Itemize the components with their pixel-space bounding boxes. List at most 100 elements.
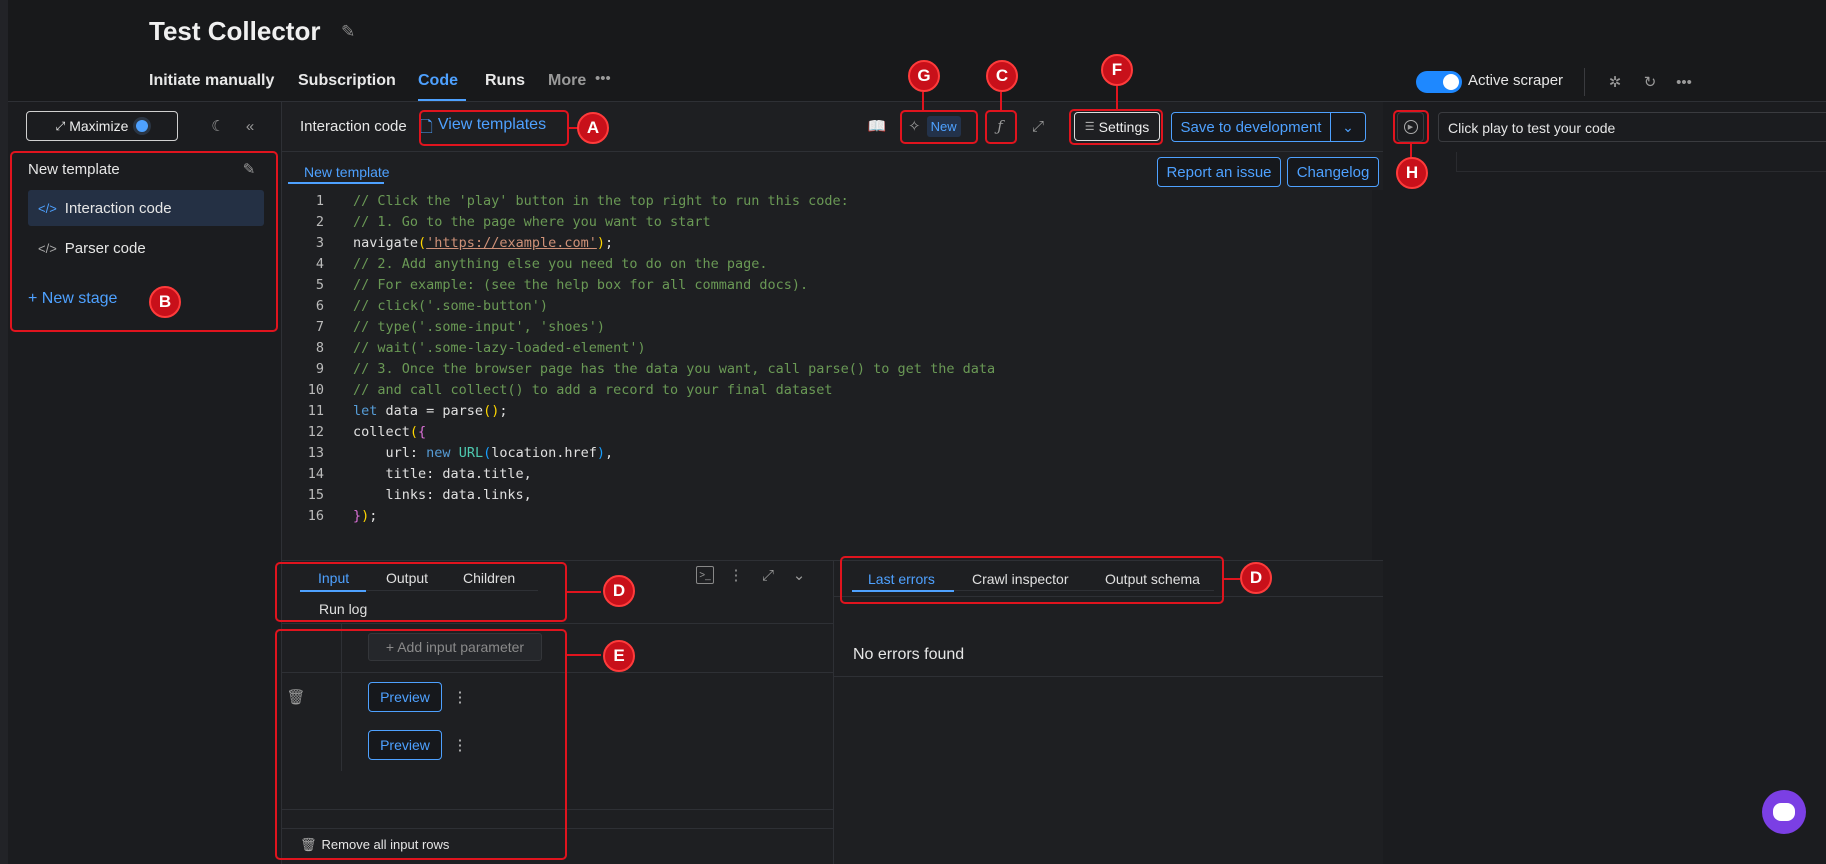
dark-mode-icon[interactable]: ☾ — [208, 116, 228, 136]
edit-title-icon[interactable]: ✎ — [341, 22, 359, 41]
annotation-connector — [567, 654, 601, 656]
code-token: URL — [458, 445, 484, 461]
run-status-field: Click play to test your code — [1438, 112, 1826, 142]
code-token: { — [418, 424, 427, 440]
annotation-connector — [1224, 578, 1240, 580]
status-dot-icon — [136, 120, 149, 132]
code-token: ; — [499, 403, 508, 419]
active-scraper-toggle[interactable] — [1416, 71, 1462, 93]
file-tab-new-template[interactable]: New template — [304, 164, 390, 180]
expand-panel-icon[interactable]: ⤢ — [758, 566, 778, 584]
code-area[interactable]: 1 // Click the 'play' button in the top r… — [282, 193, 1372, 533]
code-line: // click('.some-button') — [353, 298, 548, 314]
bug-icon[interactable]: ✲ — [1605, 72, 1625, 92]
maximize-button[interactable]: ⤢ Maximize — [26, 111, 178, 141]
refresh-icon[interactable]: ↻ — [1640, 72, 1660, 92]
code-line: links: data.links, — [353, 487, 532, 503]
annotation-badge-d-left: D — [603, 575, 635, 607]
code-line: // 2. Add anything else you need to do o… — [353, 256, 768, 272]
tab-more[interactable]: More — [548, 72, 586, 90]
save-to-development-button[interactable]: Save to development — [1171, 112, 1331, 142]
line-number: 7 — [315, 319, 324, 335]
code-token: ( — [409, 424, 419, 440]
tab-initiate-manually[interactable]: Initiate manually — [149, 72, 274, 90]
code-token: // Click the 'play' button in the top ri… — [353, 193, 849, 209]
active-scraper-label: Active scraper — [1468, 72, 1564, 89]
file-tab-indicator — [288, 182, 384, 184]
code-token: links: data.links, — [353, 487, 532, 503]
annotation-box-b — [10, 151, 278, 332]
line-number: 8 — [315, 340, 324, 356]
annotation-box-c — [985, 110, 1017, 144]
left-edge-strip — [0, 0, 8, 864]
tab-code[interactable]: Code — [418, 72, 458, 90]
code-token: // For example: (see the help box for al… — [353, 277, 809, 293]
fullscreen-icon[interactable]: ⤢ — [1028, 115, 1048, 137]
code-token: ) — [596, 445, 606, 461]
chat-icon — [1773, 803, 1795, 821]
expand-icon: ⤢ — [55, 118, 66, 133]
changelog-button[interactable]: Changelog — [1287, 157, 1379, 187]
code-line: // For example: (see the help box for al… — [353, 277, 808, 293]
line-number: 6 — [315, 298, 324, 314]
annotation-box-e — [275, 629, 567, 860]
editor-scrollbar[interactable] — [1372, 190, 1383, 560]
tab-runs[interactable]: Runs — [485, 72, 525, 90]
kebab-menu-icon[interactable]: ⋮ — [729, 566, 744, 584]
annotation-box-g — [900, 110, 978, 144]
chat-support-button[interactable] — [1762, 790, 1806, 834]
code-line: title: data.title, — [353, 466, 532, 482]
docs-book-icon[interactable]: 📖 — [866, 116, 888, 136]
annotation-badge-e: E — [603, 640, 635, 672]
code-token: title: data.title, — [353, 466, 532, 482]
code-token: ; — [605, 235, 614, 251]
code-token: () — [483, 403, 500, 419]
line-number: 16 — [307, 508, 324, 524]
annotation-connector — [1116, 86, 1118, 109]
line-number: 9 — [315, 361, 324, 377]
annotation-connector — [922, 92, 924, 110]
maximize-label: Maximize — [69, 118, 129, 134]
code-token: ) — [596, 235, 605, 251]
save-options-dropdown[interactable]: ⌄ — [1330, 112, 1366, 142]
code-line: // Click the 'play' button in the top ri… — [353, 193, 849, 209]
code-token: // type('.some-input', 'shoes') — [353, 319, 605, 335]
code-token: ( — [418, 235, 427, 251]
annotation-box-d-left — [275, 562, 567, 622]
line-number: 13 — [307, 445, 324, 461]
chevron-down-icon: ⌄ — [1342, 118, 1354, 135]
terminal-icon[interactable]: >_ — [696, 566, 714, 584]
browser-preview-area — [1456, 152, 1826, 172]
annotation-badge-g: G — [908, 60, 940, 92]
line-number: 5 — [315, 277, 324, 293]
bottom-split — [833, 560, 834, 864]
more-options-icon[interactable]: ••• — [1673, 72, 1695, 92]
code-token: let — [353, 403, 378, 419]
annotation-box-a — [419, 110, 569, 146]
collapse-panel-icon[interactable]: ⌄ — [790, 566, 808, 584]
more-dots-icon[interactable]: ••• — [595, 70, 611, 87]
code-line: collect({ — [353, 424, 426, 440]
annotation-connector — [567, 591, 601, 593]
code-token: // and call collect() to add a record to… — [353, 382, 833, 398]
annotation-box-d-right — [840, 556, 1224, 604]
annotation-badge-b: B — [149, 286, 181, 318]
code-token: // wait('.some-lazy-loaded-element') — [353, 340, 646, 356]
line-number: 11 — [307, 403, 324, 419]
code-token: 'https://example.com' — [426, 235, 597, 251]
line-number: 12 — [307, 424, 324, 440]
code-token: location.href — [491, 445, 597, 461]
no-errors-message: No errors found — [853, 646, 965, 663]
code-token: // 2. Add anything else you need to do o… — [353, 256, 768, 272]
editor-toolbar-divider — [282, 151, 1383, 152]
code-line: let data = parse(); — [353, 403, 507, 419]
annotation-badge-f: F — [1101, 54, 1133, 86]
code-line: // wait('.some-lazy-loaded-element') — [353, 340, 646, 356]
tab-subscription[interactable]: Subscription — [298, 72, 396, 90]
collapse-sidebar-icon[interactable]: « — [240, 116, 260, 136]
annotation-badge-a: A — [577, 112, 609, 144]
line-number: 14 — [307, 466, 324, 482]
report-issue-button[interactable]: Report an issue — [1157, 157, 1281, 187]
annotation-badge-c: C — [986, 60, 1018, 92]
annotation-badge-h: H — [1396, 157, 1428, 189]
